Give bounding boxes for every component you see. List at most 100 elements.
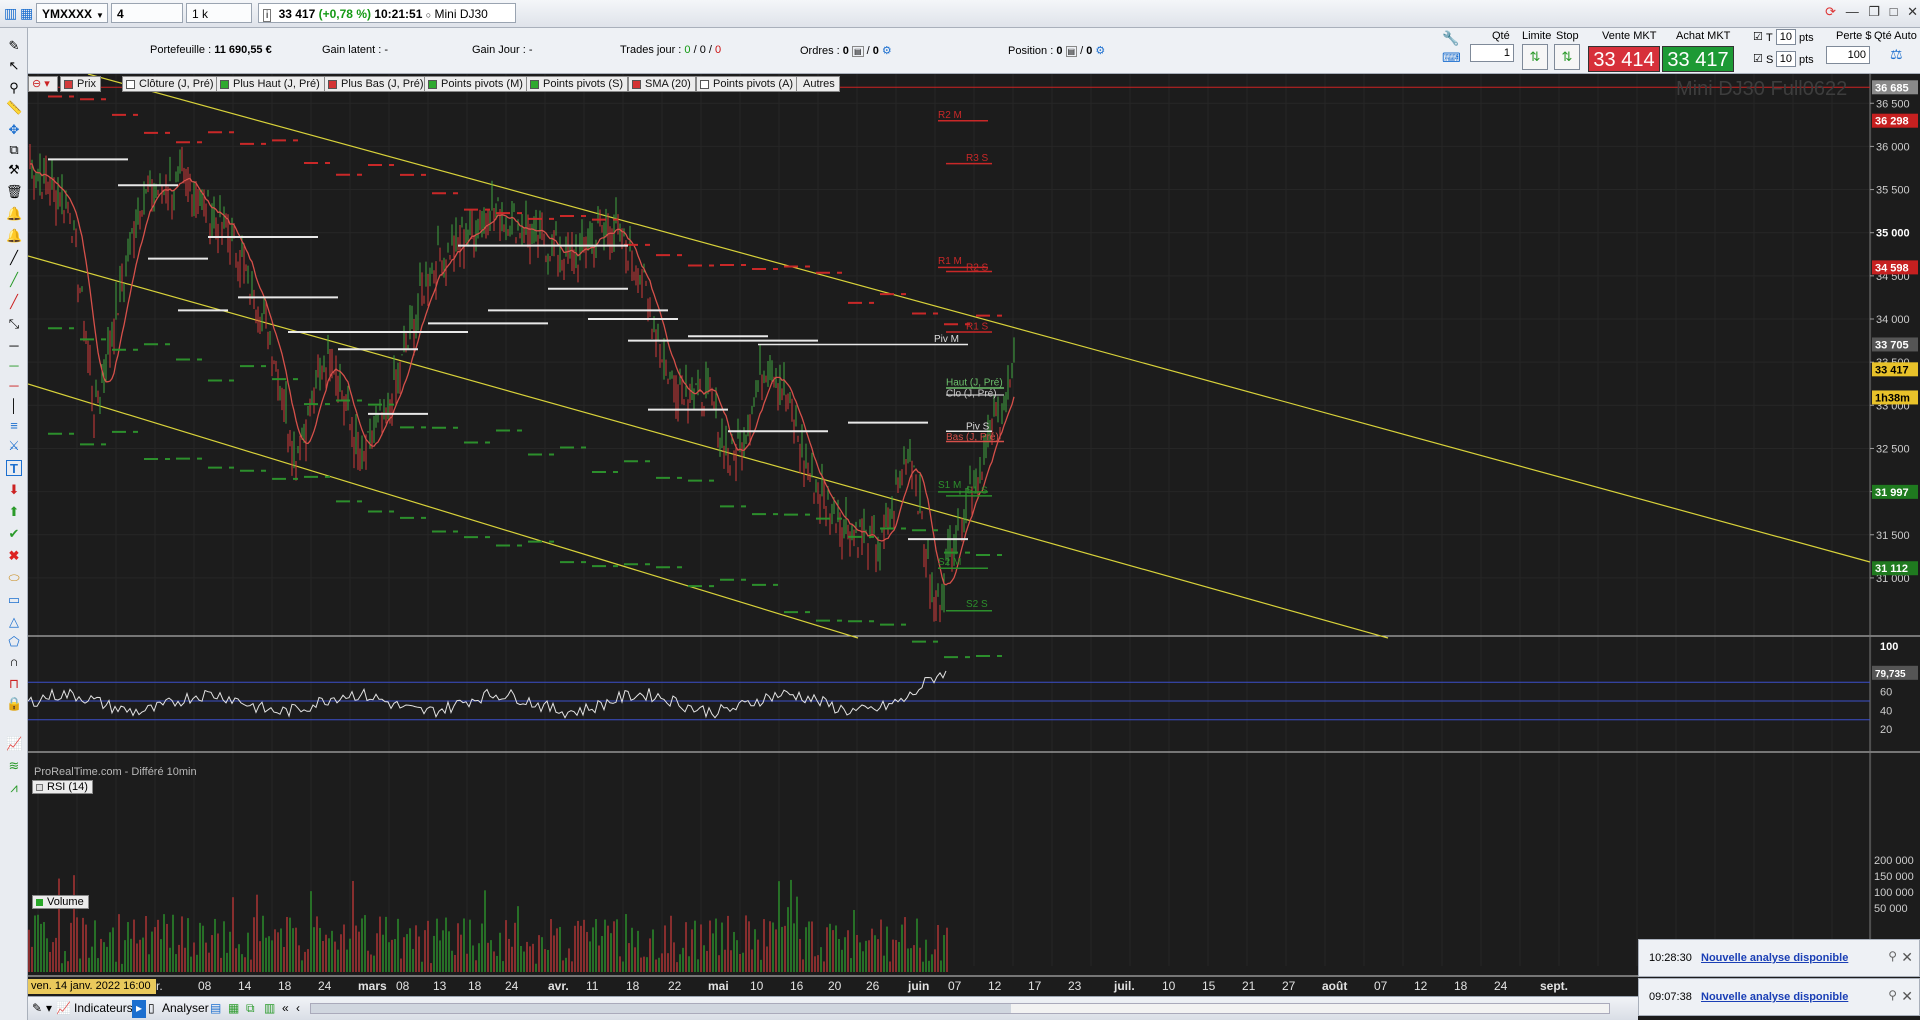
chart-icon[interactable]: ▥ xyxy=(4,5,17,22)
legend-item[interactable]: Prix xyxy=(60,76,101,92)
arrow-up-icon[interactable]: ⬆ xyxy=(6,504,22,520)
copy-icon[interactable]: ⧉ xyxy=(6,142,22,158)
vline-icon[interactable]: │ xyxy=(6,398,22,414)
notification-1[interactable]: 10:28:30 Nouvelle analyse disponible ✕ ⚲ xyxy=(1638,939,1920,977)
arrow-down-icon[interactable]: ⬇ xyxy=(6,482,22,498)
rectangle-icon[interactable]: ▭ xyxy=(6,592,22,608)
bell-icon[interactable]: 🔔 xyxy=(6,228,22,244)
fibonacci-icon[interactable]: ≡ xyxy=(6,418,22,434)
refresh-icon[interactable]: ⟳ xyxy=(1825,4,1836,19)
legend-item[interactable]: Clôture (J, Pré) xyxy=(122,76,219,92)
ellipse-icon[interactable]: ⬭ xyxy=(6,570,22,586)
layers-icon[interactable]: ⧉ xyxy=(242,1000,259,1018)
settings-wrench-icon[interactable]: 🔧 xyxy=(1442,30,1459,47)
legend-item[interactable]: Plus Bas (J, Pré) xyxy=(324,76,429,92)
indicators-button[interactable]: Indicateurs xyxy=(70,1000,137,1018)
legend-item[interactable]: Points pivots (M) xyxy=(424,76,528,92)
keyboard-icon[interactable]: ⌨ xyxy=(1442,50,1461,66)
s-input[interactable]: 10 xyxy=(1776,51,1796,67)
notification-link[interactable]: Nouvelle analyse disponible xyxy=(1701,952,1848,964)
units-selector[interactable]: 1 k unités▼ xyxy=(186,3,252,41)
s-checkbox[interactable]: ☑ xyxy=(1753,52,1763,65)
price-chart-svg[interactable]: R2 MR3 SR1 MR2 SR1 SPiv MHaut (J, Pré)Cl… xyxy=(28,74,1920,1020)
orders-list-icon[interactable]: ▤ xyxy=(851,46,864,57)
legend-label: Plus Haut (J, Pré) xyxy=(233,78,320,90)
pointer-icon[interactable]: ↖ xyxy=(6,58,22,74)
check-icon[interactable]: ✔ xyxy=(6,526,22,542)
legend-item[interactable]: Points pivots (A) xyxy=(696,76,799,92)
t-input[interactable]: 10 xyxy=(1776,29,1796,45)
analyse-icon[interactable]: ▯ xyxy=(144,1000,159,1018)
buy-market-button[interactable]: 33 417 xyxy=(1662,46,1734,72)
padlock-icon[interactable]: 🔒 xyxy=(6,696,22,712)
position-list-icon[interactable]: ▤ xyxy=(1065,46,1078,57)
orders-b: 0 xyxy=(872,45,879,57)
qty-input[interactable]: 1 xyxy=(1470,44,1514,62)
cross-icon[interactable]: ✖ xyxy=(6,548,22,564)
loss-input[interactable]: 100 xyxy=(1826,46,1870,64)
channel-icon[interactable]: ⤡ xyxy=(6,316,22,332)
alert-icon[interactable]: 🔔 xyxy=(6,206,22,222)
limit-order-button[interactable]: ⇅ xyxy=(1522,44,1548,70)
volume-panel-label[interactable]: Volume xyxy=(32,895,89,909)
legend-item[interactable]: SMA (20) xyxy=(628,76,696,92)
support-icon[interactable]: ─ xyxy=(6,358,22,374)
rsi-tick-label: 20 xyxy=(1880,724,1892,736)
legend-controls[interactable]: ⊖ ▾ xyxy=(28,76,58,92)
t-checkbox[interactable]: ☑ xyxy=(1753,30,1763,43)
new-chart-icon[interactable]: ▦ xyxy=(20,5,33,22)
magnet-icon[interactable]: ∩ xyxy=(6,654,22,670)
line-icon[interactable]: ╱ xyxy=(6,250,22,266)
close-icon[interactable]: ✕ xyxy=(1901,988,1913,1005)
analyse-button[interactable]: Analyser xyxy=(158,1000,213,1018)
minimize-icon[interactable]: — xyxy=(1846,4,1859,19)
close-icon[interactable]: ✕ xyxy=(1907,4,1918,19)
collapse-icon[interactable]: ⊖ xyxy=(32,78,41,90)
notification-2[interactable]: 09:07:38 Nouvelle analyse disponible ✕ ⚲ xyxy=(1638,978,1920,1016)
grid-icon[interactable]: ▦ xyxy=(224,1000,243,1018)
scroll-back-icon[interactable]: ‹ xyxy=(292,1000,304,1018)
auto-qty-icon[interactable]: ⚖ xyxy=(1890,46,1910,68)
stop-order-button[interactable]: ⇅ xyxy=(1554,44,1580,70)
rsi-panel-label[interactable]: RSI (14) xyxy=(32,780,93,794)
sell-market-button[interactable]: 33 414 xyxy=(1588,46,1660,72)
position-settings-icon[interactable]: ⚙ xyxy=(1095,45,1105,57)
resistance-icon[interactable]: ─ xyxy=(6,378,22,394)
legend-item[interactable]: Plus Haut (J, Pré) xyxy=(216,76,325,92)
pin-icon[interactable]: ⚲ xyxy=(1888,949,1897,963)
screener-icon[interactable]: ≋ xyxy=(6,758,22,774)
notification-link[interactable]: Nouvelle analyse disponible xyxy=(1701,991,1848,1003)
move-icon[interactable]: ✥ xyxy=(6,122,22,138)
pen-icon[interactable]: ✎ xyxy=(6,38,22,54)
split-icon[interactable]: ▥ xyxy=(260,1000,279,1018)
hline-icon[interactable]: ─ xyxy=(6,338,22,354)
chevron-down-icon[interactable]: ▾ xyxy=(44,78,50,90)
orders-settings-icon[interactable]: ⚙ xyxy=(882,45,892,57)
ruler-icon[interactable]: 📏 xyxy=(6,100,22,116)
scroll-left-icon[interactable]: « xyxy=(278,1000,293,1018)
pin-icon[interactable]: ⚲ xyxy=(1888,988,1897,1002)
timeframe-selector[interactable]: 4 heures▼ xyxy=(111,3,183,41)
zoom-icon[interactable]: ⚲ xyxy=(6,80,22,96)
restore-icon[interactable]: ❐ xyxy=(1868,4,1880,19)
legend-item[interactable]: Points pivots (S) xyxy=(526,76,629,92)
triangle-icon[interactable]: △ xyxy=(6,614,22,630)
legend-item[interactable]: Autres xyxy=(796,76,840,92)
trash-icon[interactable]: 🗑 xyxy=(6,184,23,200)
text-icon[interactable]: T xyxy=(6,460,22,476)
close-icon[interactable]: ✕ xyxy=(1901,949,1913,966)
brush-icon[interactable]: ⚒ xyxy=(6,162,22,178)
scrollbar-thumb[interactable] xyxy=(311,1004,1011,1013)
lock-icon[interactable]: ⊓ xyxy=(6,676,22,692)
table-icon[interactable]: ▤ xyxy=(206,1000,225,1018)
ray-icon[interactable]: ╱ xyxy=(6,294,22,310)
trendline-icon[interactable]: ╱ xyxy=(6,272,22,288)
maximize-icon[interactable]: □ xyxy=(1890,4,1898,19)
gann-icon[interactable]: ⚔ xyxy=(6,438,22,454)
polygon-icon[interactable]: ⬠ xyxy=(6,634,22,650)
chart-area[interactable]: R2 M R3 S R1 M R2 S R1 S Piv M Haut (J, Pré) Cl… xyxy=(28,74,1920,1020)
horizontal-scrollbar[interactable] xyxy=(310,1003,1610,1014)
indicator-chart-icon[interactable]: 📈 xyxy=(6,736,22,752)
instrument-selector[interactable]: YMXXXX ▼ xyxy=(36,3,108,23)
backtest-icon[interactable]: ⩘ xyxy=(6,780,22,796)
